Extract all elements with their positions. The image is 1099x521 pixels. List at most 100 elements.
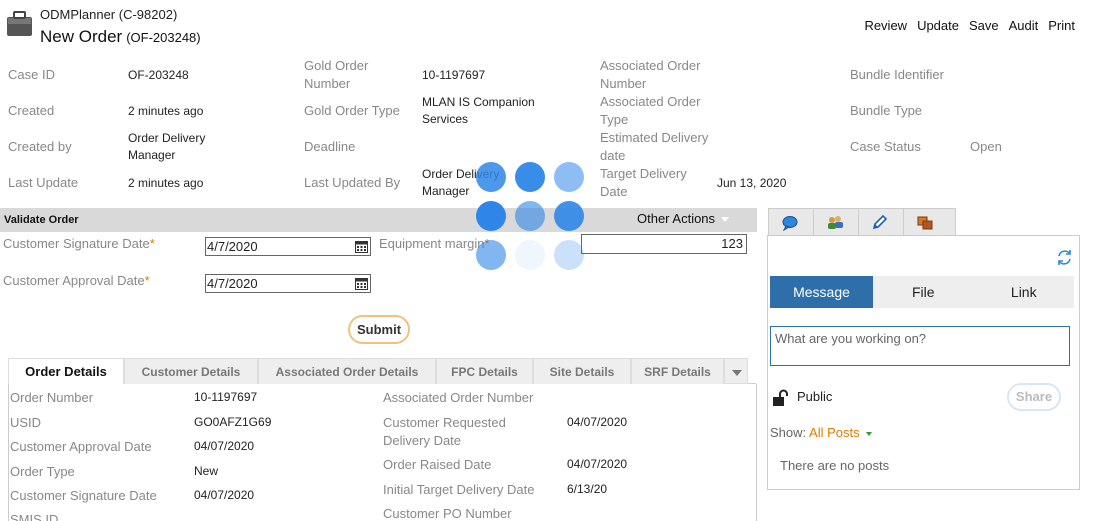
spinner-dot xyxy=(476,240,506,270)
customer-approval-date-input[interactable]: 4/7/2020 xyxy=(205,274,371,293)
order-details-panel: Order Number 10-1197697 USID GO0AFZ1G69 … xyxy=(8,384,757,521)
empty-posts-message: There are no posts xyxy=(780,458,890,473)
target-delivery-date-label: Target Delivery Date xyxy=(600,166,687,199)
created-by-label: Created by xyxy=(8,139,72,154)
page-title: New Order (OF-203248) xyxy=(40,27,201,47)
validate-order-title: Validate Order xyxy=(4,214,79,226)
required-marker: * xyxy=(149,236,155,251)
tab-file[interactable]: File xyxy=(873,276,974,308)
created-value: 2 minutes ago xyxy=(128,104,204,118)
created-label: Created xyxy=(8,103,55,118)
other-actions-label: Other Actions xyxy=(637,211,716,226)
tab-fpc-details[interactable]: FPC Details xyxy=(436,358,533,384)
equipment-margin-label: Equipment margin* xyxy=(379,236,490,251)
customer-approval-date-label-text: Customer Approval Date xyxy=(3,273,145,288)
tab-site-details[interactable]: Site Details xyxy=(533,358,631,384)
spinner-dot xyxy=(554,201,584,231)
last-update-label: Last Update xyxy=(8,175,79,190)
spinner-dot xyxy=(515,240,545,270)
smis-id-label: SMIS ID xyxy=(10,512,59,521)
customer-approval-date-label: Customer Approval Date* xyxy=(3,273,150,288)
submit-button[interactable]: Submit xyxy=(348,315,410,344)
stacked-cases-icon xyxy=(917,216,933,230)
gold-order-number-value: 10-1197697 xyxy=(422,68,486,82)
loading-spinner-icon xyxy=(476,162,586,272)
pulse-panel: Message File Link What are you working o… xyxy=(767,235,1080,490)
share-button[interactable]: Share xyxy=(1007,383,1061,411)
usid-value: GO0AFZ1G69 xyxy=(194,415,272,429)
associated-order-type-label: Associated Order Type xyxy=(600,94,701,127)
details-tab-bar: Order Details Customer Details Associate… xyxy=(8,358,756,384)
chevron-down-icon[interactable] xyxy=(865,431,872,436)
utility-tab-bar xyxy=(768,208,1001,236)
associated-order-number-label: Associated Order Number xyxy=(600,58,701,91)
post-input[interactable]: What are you working on? xyxy=(770,326,1070,366)
calendar-icon[interactable] xyxy=(355,277,368,290)
unlock-icon[interactable] xyxy=(771,389,789,407)
post-filter-dropdown[interactable]: All Posts xyxy=(809,425,860,440)
tab-message[interactable]: Message xyxy=(770,276,873,308)
customer-requested-delivery-date-label: Customer Requested Delivery Date xyxy=(383,415,506,448)
bundle-identifier-label: Bundle Identifier xyxy=(850,67,944,82)
show-label: Show: xyxy=(770,425,807,440)
created-by-value: Order Delivery Manager xyxy=(128,131,206,162)
spinner-dot xyxy=(476,201,506,231)
order-raised-date-value: 04/07/2020 xyxy=(567,457,628,471)
gold-order-number-label: Gold Order Number xyxy=(304,58,369,91)
validate-order-header: Validate Order Other Actions xyxy=(0,208,757,232)
initial-target-delivery-date-value: 6/13/20 xyxy=(567,482,608,496)
tab-participants[interactable] xyxy=(813,208,858,236)
order-raised-date-label: Order Raised Date xyxy=(383,457,492,472)
briefcase-icon xyxy=(7,11,32,36)
order-type-label: Order Type xyxy=(10,464,75,479)
tab-srf-details[interactable]: SRF Details xyxy=(631,358,724,384)
spinner-dot xyxy=(515,201,545,231)
print-button[interactable]: Print xyxy=(1048,18,1075,33)
review-button[interactable]: Review xyxy=(864,18,907,33)
deadline-label: Deadline xyxy=(304,139,356,154)
gold-order-type-label: Gold Order Type xyxy=(304,103,400,118)
more-tabs-button[interactable] xyxy=(724,358,748,384)
customer-approval-date-detail-value: 04/07/2020 xyxy=(194,439,255,453)
other-actions-menu[interactable]: Other Actions xyxy=(637,211,730,226)
tab-attachments[interactable] xyxy=(858,208,903,236)
customer-po-number-label: Customer PO Number xyxy=(383,506,512,521)
speech-bubble-icon xyxy=(782,216,798,231)
customer-signature-date-detail-value: 04/07/2020 xyxy=(194,488,255,502)
page-title-text: New Order xyxy=(40,27,123,46)
associated-order-number-detail-label: Associated Order Number xyxy=(383,390,534,405)
visibility-label: Public xyxy=(797,389,833,404)
tab-link[interactable]: Link xyxy=(974,276,1075,308)
equipment-margin-input[interactable]: 123 xyxy=(581,234,747,254)
case-status-value: Open xyxy=(970,139,1002,154)
calendar-icon[interactable] xyxy=(355,240,368,253)
customer-signature-date-label-text: Customer Signature Date xyxy=(3,236,150,251)
audit-button[interactable]: Audit xyxy=(1009,18,1039,33)
customer-signature-date-input[interactable]: 4/7/2020 xyxy=(205,237,371,256)
tab-customer-details[interactable]: Customer Details xyxy=(124,358,258,384)
tab-related-cases[interactable] xyxy=(903,208,956,236)
update-button[interactable]: Update xyxy=(917,18,959,33)
tab-associated-order-details[interactable]: Associated Order Details xyxy=(258,358,436,384)
spinner-dot xyxy=(554,162,584,192)
post-filter: Show: All Posts xyxy=(770,425,872,440)
last-updated-by-label: Last Updated By xyxy=(304,175,401,190)
refresh-icon[interactable] xyxy=(1056,249,1073,266)
estimated-delivery-date-label: Estimated Delivery date xyxy=(600,130,709,163)
equipment-margin-label-text: Equipment margin xyxy=(379,236,485,251)
last-update-value: 2 minutes ago xyxy=(128,176,204,190)
order-number-label: Order Number xyxy=(10,390,94,405)
customer-signature-date-label: Customer Signature Date* xyxy=(3,236,155,251)
order-type-value: New xyxy=(194,464,219,478)
header-actions: Review Update Save Audit Print xyxy=(864,18,1075,33)
customer-approval-date-value: 4/7/2020 xyxy=(207,276,258,291)
initial-target-delivery-date-label: Initial Target Delivery Date xyxy=(383,482,535,497)
case-status-label: Case Status xyxy=(850,139,921,154)
tab-order-details[interactable]: Order Details xyxy=(8,358,124,384)
post-type-tabs: Message File Link xyxy=(770,276,1074,308)
spinner-dot xyxy=(515,162,545,192)
tab-pulse[interactable] xyxy=(768,208,813,236)
chevron-down-icon xyxy=(721,217,730,223)
save-button[interactable]: Save xyxy=(969,18,999,33)
order-number-value: 10-1197697 xyxy=(194,390,258,404)
